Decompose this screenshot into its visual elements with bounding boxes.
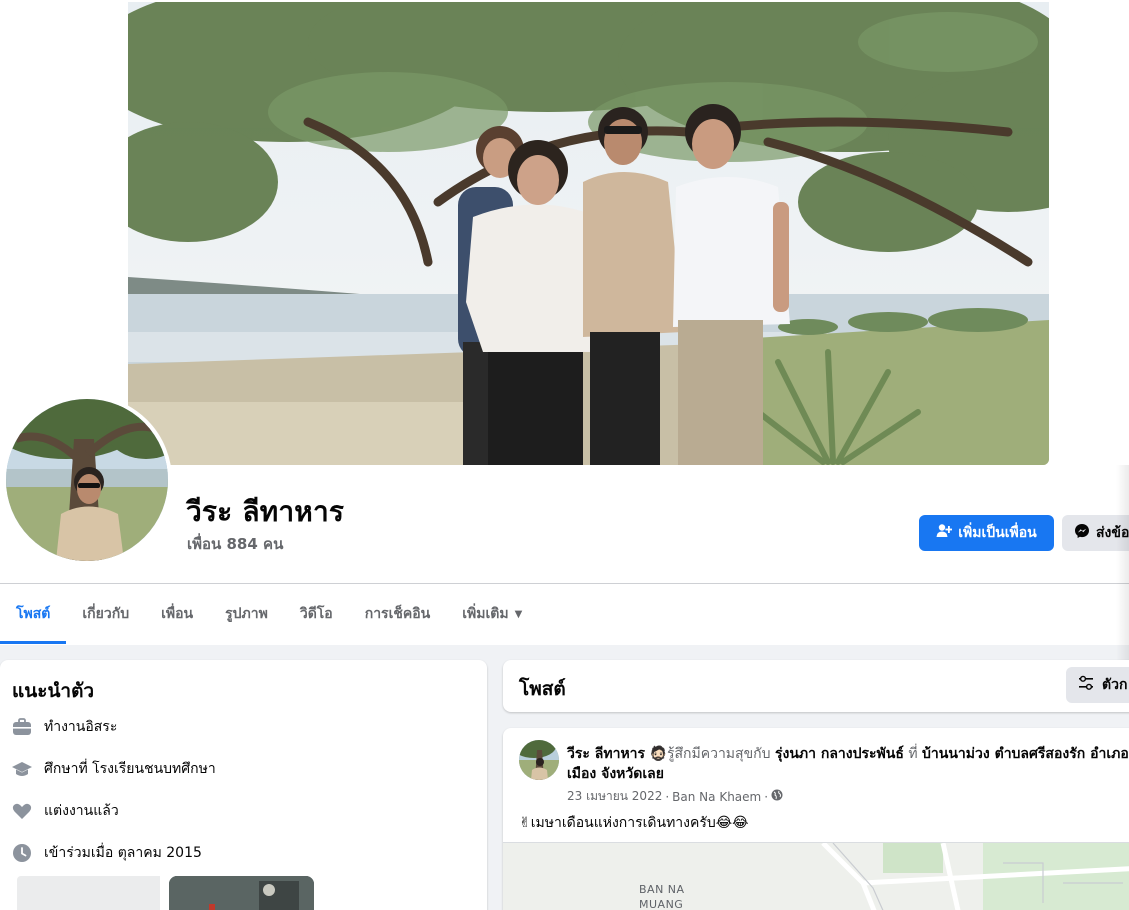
tab-friends[interactable]: เพื่อน (145, 584, 209, 644)
profile-tabs: โพสต์ เกี่ยวกับ เพื่อน รูปภาพ วิดีโอ การ… (0, 584, 538, 644)
add-friend-icon (936, 523, 953, 543)
filter-label: ตัวก (1102, 677, 1128, 693)
tab-videos[interactable]: วิดีโอ (284, 584, 349, 644)
tab-label: โพสต์ (16, 606, 51, 622)
intro-item-text: แต่งงานแล้ว (44, 803, 119, 819)
intro-item-relationship: แต่งงานแล้ว (12, 800, 119, 822)
post-tagged-person[interactable]: รุ่งนภา กลางประพันธ์ (775, 746, 904, 762)
filter-button[interactable]: ตัวก (1066, 667, 1129, 703)
scroll-shadow (1116, 465, 1129, 665)
add-friend-button[interactable]: เพิ่มเป็นเพื่อน (919, 515, 1054, 551)
post-date[interactable]: 23 เมษายน 2022 (567, 787, 662, 806)
tab-label: เกี่ยวกับ (82, 606, 130, 622)
post-feeling: รู้สึกมีความสุขกับ (666, 746, 771, 762)
post-card: วีระ ลีทาหาร 🧔🏻รู้สึกมีความสุขกับ รุ่งนภ… (503, 728, 1129, 910)
tab-about[interactable]: เกี่ยวกับ (66, 584, 145, 644)
posts-header: โพสต์ ตัวก (503, 660, 1129, 712)
meta-separator: · (764, 789, 769, 804)
tab-label: การเช็คอิน (364, 606, 431, 622)
intro-item-text: ศึกษาที่ โรงเรียนชนบทศึกษา (44, 761, 216, 777)
post-text: ✌เมษาเดือนแห่งการเดินทางครับ😂😂 (519, 815, 749, 831)
tab-more[interactable]: เพิ่มเติม ▼ (446, 584, 538, 644)
post-author-avatar[interactable] (519, 740, 559, 780)
cover-photo[interactable] (128, 2, 1049, 465)
friend-count[interactable]: เพื่อน 884 คน (187, 532, 283, 556)
post-at-word: ที่ (908, 746, 918, 762)
posts-title: โพสต์ (519, 678, 566, 700)
globe-icon (771, 789, 783, 804)
profile-header: วีระ ลีทาหาร เพื่อน 884 คน เพิ่มเป็นเพื่… (0, 0, 1129, 645)
post-header-text: วีระ ลีทาหาร 🧔🏻รู้สึกมีความสุขกับ รุ่งนภ… (567, 744, 1129, 784)
intro-title: แนะนำตัว (12, 680, 95, 702)
map-label: MUANG (639, 898, 684, 910)
tab-label: วิดีโอ (299, 606, 333, 622)
briefcase-icon (12, 717, 32, 737)
heart-icon (12, 801, 32, 821)
tab-label: เพิ่มเติม (462, 606, 509, 622)
post-author-name[interactable]: วีระ ลีทาหาร (567, 746, 645, 762)
featured-photo[interactable] (169, 876, 314, 910)
intro-item-education: ศึกษาที่ โรงเรียนชนบทศึกษา (12, 758, 216, 780)
messenger-icon (1074, 523, 1090, 543)
caret-down-icon: ▼ (514, 608, 523, 620)
featured-photo[interactable] (17, 876, 160, 910)
graduation-cap-icon (12, 759, 32, 779)
intro-item-joined: เข้าร่วมเมื่อ ตุลาคม 2015 (12, 842, 202, 864)
add-friend-label: เพิ่มเป็นเพื่อน (958, 525, 1037, 541)
tab-checkins[interactable]: การเช็คอิน (349, 584, 447, 644)
clock-icon (12, 843, 32, 863)
intro-item-text: เข้าร่วมเมื่อ ตุลาคม 2015 (44, 845, 202, 861)
tab-posts[interactable]: โพสต์ (0, 584, 67, 644)
feeling-emoji-icon: 🧔🏻 (649, 746, 667, 762)
profile-name: วีระ ลีทาหาร (186, 495, 345, 528)
meta-separator: · (665, 789, 670, 804)
tab-label: เพื่อน (161, 606, 194, 622)
intro-item-work: ทำงานอิสระ (12, 716, 117, 738)
intro-card: แนะนำตัว ทำงานอิสระ ศึกษาที่ โรงเรียนชนบ… (0, 660, 487, 910)
sliders-icon (1078, 675, 1094, 695)
tab-photos[interactable]: รูปภาพ (209, 584, 284, 644)
post-location[interactable]: Ban Na Khaem (672, 790, 761, 804)
post-meta: 23 เมษายน 2022 · Ban Na Khaem · (567, 787, 783, 806)
intro-item-text: ทำงานอิสระ (44, 719, 118, 735)
map-label: BAN NA (639, 883, 685, 896)
location-map[interactable]: BAN NA MUANG (503, 842, 1129, 910)
tab-label: รูปภาพ (225, 606, 268, 622)
profile-avatar[interactable] (2, 395, 172, 565)
